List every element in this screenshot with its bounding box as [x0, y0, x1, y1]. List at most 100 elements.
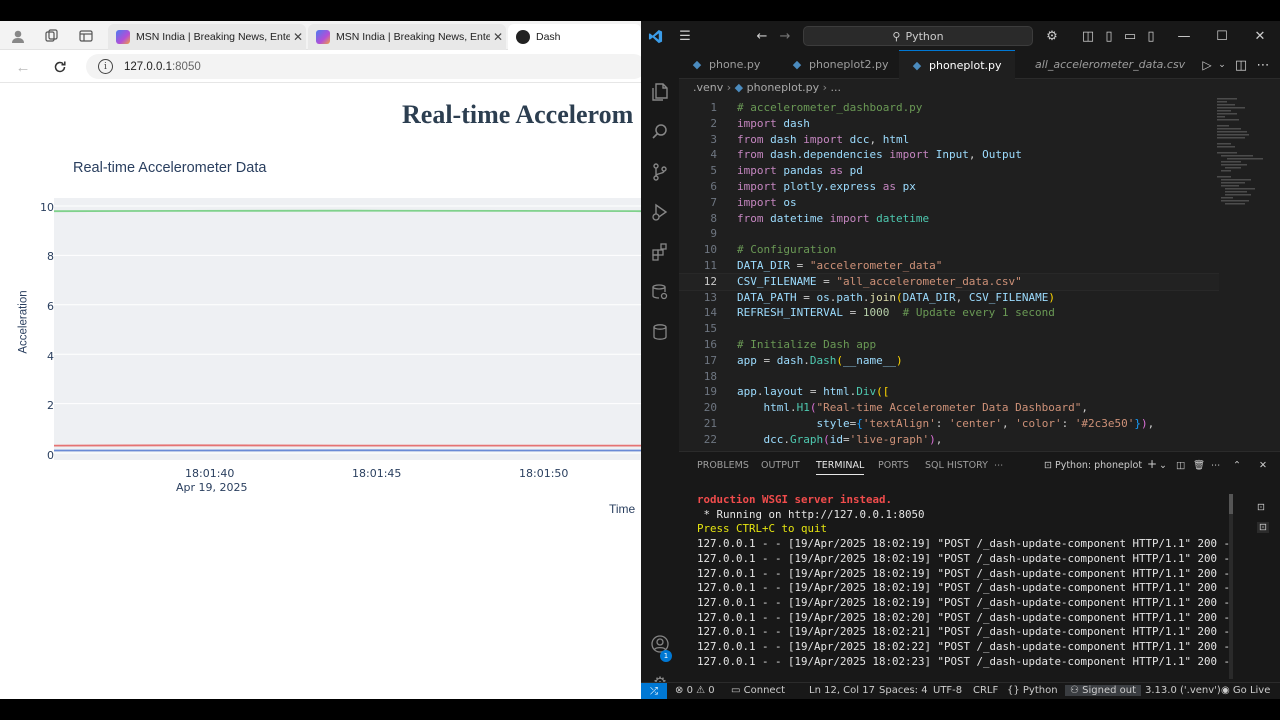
- line-number: 11: [703, 259, 717, 272]
- split-editor-icon[interactable]: ◫: [1231, 55, 1251, 75]
- code-text: app.layout = html.Div([: [737, 385, 890, 399]
- copilot-icon[interactable]: ⚙: [1042, 26, 1062, 46]
- line-number: 15: [703, 322, 717, 336]
- panel-tab-output[interactable]: OUTPUT: [761, 460, 800, 471]
- minimize-icon[interactable]: —: [1174, 26, 1194, 46]
- code-text: # accelerometer_dashboard.py: [737, 101, 923, 114]
- more-actions-icon[interactable]: ⋯: [1253, 55, 1273, 75]
- code-text: import pandas as pd: [737, 164, 863, 178]
- terminal-output[interactable]: roduction WSGI server instead. * Running…: [697, 493, 1257, 678]
- workspaces-icon[interactable]: [42, 26, 62, 46]
- menu-icon[interactable]: ☰: [675, 26, 695, 46]
- terminal-line: 127.0.0.1 - - [19/Apr/2025 18:02:19] "PO…: [697, 595, 1231, 609]
- back-icon[interactable]: ←: [12, 56, 34, 78]
- line-ending[interactable]: CRLF: [973, 685, 998, 696]
- breadcrumb-symbol[interactable]: ...: [831, 81, 842, 94]
- explorer-icon[interactable]: [649, 81, 671, 103]
- code-line: 9: [679, 226, 1219, 242]
- terminal-more-icon[interactable]: ⋯: [1211, 460, 1221, 471]
- editor-tab-phoneplot[interactable]: ◆ phoneplot.py: [899, 50, 1015, 79]
- browser-tab-msn-2[interactable]: MSN India | Breaking News, Enter ✕: [308, 24, 506, 50]
- go-live-button[interactable]: ◉ Go Live: [1221, 685, 1270, 696]
- signed-out-status[interactable]: ⚇ Signed out: [1065, 685, 1142, 696]
- code-line: 15: [679, 321, 1219, 337]
- run-dropdown-icon[interactable]: ⌄: [1212, 55, 1232, 75]
- terminal-selector[interactable]: ⊡ Python: phoneplot: [1044, 460, 1142, 471]
- maximize-panel-icon[interactable]: ⌃: [1233, 460, 1241, 471]
- customize-layout-icon[interactable]: ◫: [1078, 26, 1098, 46]
- go-live-label: Go Live: [1232, 685, 1271, 696]
- testing-icon[interactable]: [649, 281, 671, 303]
- editor-tab-label: phone.py: [709, 58, 761, 71]
- warning-count: 0: [708, 685, 715, 696]
- code-line: 7 import os: [679, 195, 1219, 211]
- new-terminal-icon[interactable]: +: [1147, 457, 1157, 471]
- terminal-instance-active-icon[interactable]: ⊡: [1257, 522, 1269, 533]
- code-line: 18: [679, 369, 1219, 385]
- x-axis-label: Time: [609, 502, 636, 516]
- msn-icon: [316, 30, 330, 44]
- run-debug-icon[interactable]: [649, 201, 671, 223]
- vertical-tabs-icon[interactable]: [76, 26, 96, 46]
- remote-icon[interactable]: ⤮: [641, 683, 667, 699]
- close-tab-icon[interactable]: ✕: [490, 30, 506, 44]
- panel-more-icon[interactable]: ⋯: [994, 460, 1004, 471]
- toggle-panel-icon[interactable]: ▭: [1120, 26, 1140, 46]
- language-mode[interactable]: {} Python: [1007, 685, 1058, 696]
- toggle-sidebar-icon[interactable]: ▯: [1099, 26, 1119, 46]
- terminal-dropdown-icon[interactable]: ⌄: [1159, 460, 1167, 471]
- split-terminal-icon[interactable]: ◫: [1176, 460, 1185, 471]
- source-control-icon[interactable]: [649, 161, 671, 183]
- forward-arrow-icon[interactable]: →: [775, 26, 795, 46]
- indentation[interactable]: Spaces: 4: [879, 685, 928, 696]
- series-line-0: [54, 209, 641, 213]
- maximize-icon[interactable]: ☐: [1212, 26, 1232, 46]
- refresh-icon[interactable]: [49, 56, 71, 78]
- cursor-position[interactable]: Ln 12, Col 17: [809, 685, 875, 696]
- close-panel-icon[interactable]: ✕: [1259, 460, 1267, 471]
- line-number: 7: [710, 195, 717, 209]
- code-text: style={'textAlign': 'center', 'color': '…: [816, 417, 1155, 430]
- kill-terminal-icon[interactable]: 🗑: [1193, 460, 1205, 471]
- chart-plot-area[interactable]: [54, 198, 641, 460]
- editor-tab-csv[interactable]: all_accelerometer_data.csv: [1015, 50, 1185, 79]
- toggle-secondary-sidebar-icon[interactable]: ▯: [1141, 26, 1161, 46]
- database-icon[interactable]: [649, 321, 671, 343]
- breadcrumb-folder[interactable]: .venv: [693, 81, 723, 94]
- close-tab-icon[interactable]: ✕: [290, 30, 306, 44]
- language-label: Python: [1022, 685, 1058, 696]
- connect-status[interactable]: ▭ Connect: [731, 685, 785, 696]
- panel-tab-problems[interactable]: PROBLEMS: [697, 460, 749, 471]
- line-number: 4: [710, 148, 717, 162]
- code-text: dcc.Graph(id='live-graph'),: [763, 432, 943, 446]
- editor-tab-phoneplot2[interactable]: ◆ phoneplot2.py: [779, 50, 899, 79]
- back-arrow-icon[interactable]: ←: [752, 26, 772, 46]
- editor-tab-label: phoneplot2.py: [809, 58, 889, 71]
- line-number: 16: [703, 338, 717, 351]
- line-number: 2: [710, 116, 717, 130]
- command-center[interactable]: ⚲ Python: [803, 26, 1033, 46]
- code-line: 20 html.H1("Real-time Accelerometer Data…: [679, 400, 1219, 416]
- site-info-icon[interactable]: i: [98, 59, 113, 74]
- code-line: 11 DATA_DIR = "accelerometer_data": [679, 258, 1219, 274]
- x-tick-label: 18:01:40: [185, 467, 235, 480]
- panel-tab-sql-history[interactable]: SQL HISTORY: [925, 460, 988, 471]
- breadcrumb-file[interactable]: phoneplot.py: [747, 81, 820, 94]
- editor-tab-phone[interactable]: ◆ phone.py: [679, 50, 779, 79]
- extensions-icon[interactable]: [649, 241, 671, 263]
- browser-tab-msn-1[interactable]: MSN India | Breaking News, Enter ✕: [108, 24, 306, 50]
- problems-status[interactable]: ⊗ 0 ⚠ 0: [675, 685, 715, 696]
- profile-icon[interactable]: [8, 26, 28, 46]
- search-icon[interactable]: [649, 121, 671, 143]
- browser-tab-dash[interactable]: Dash: [508, 24, 641, 50]
- line-number: 19: [703, 385, 717, 399]
- terminal-instance-icon[interactable]: ⊡: [1257, 502, 1265, 513]
- panel-tab-ports[interactable]: PORTS: [878, 460, 909, 471]
- panel-tab-terminal[interactable]: TERMINAL: [816, 460, 865, 475]
- close-window-icon[interactable]: ✕: [1250, 26, 1270, 46]
- code-editor[interactable]: 1 # accelerometer_dashboard.py 2 import das…: [679, 96, 1219, 468]
- minimap[interactable]: [1217, 96, 1269, 216]
- encoding[interactable]: UTF-8: [933, 685, 962, 696]
- python-interpreter[interactable]: 3.13.0 ('.venv'): [1145, 685, 1221, 696]
- url-field[interactable]: i 127.0.0.1:8050: [86, 54, 641, 79]
